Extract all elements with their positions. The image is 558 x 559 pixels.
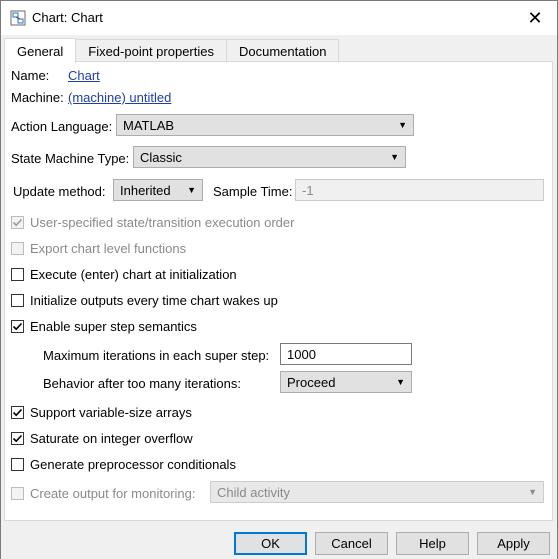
- tab-label: Fixed-point properties: [88, 43, 214, 59]
- checkbox-label: Initialize outputs every time chart wake…: [30, 293, 278, 308]
- behavior-value: Proceed: [287, 374, 336, 390]
- update-method-select[interactable]: Inherited ▼: [113, 179, 203, 201]
- ok-button[interactable]: OK: [234, 532, 307, 555]
- execution-order-checkbox[interactable]: User-specified state/transition executio…: [11, 215, 294, 230]
- checkbox-label: Saturate on integer overflow: [30, 431, 193, 446]
- checkbox-label: Support variable-size arrays: [30, 405, 192, 420]
- checkbox-box[interactable]: [11, 406, 24, 419]
- machine-label: Machine:: [11, 90, 64, 105]
- execute-at-init-checkbox[interactable]: Execute (enter) chart at initialization: [11, 267, 237, 282]
- state-machine-type-select[interactable]: Classic ▼: [133, 146, 406, 168]
- state-machine-type-label: State Machine Type:: [11, 151, 130, 166]
- checkbox-box[interactable]: [11, 242, 24, 255]
- button-label: Apply: [497, 536, 530, 551]
- checkbox-box[interactable]: [11, 216, 24, 229]
- variable-size-arrays-checkbox[interactable]: Support variable-size arrays: [11, 405, 192, 420]
- behavior-select[interactable]: Proceed ▼: [280, 371, 412, 393]
- checkbox-box[interactable]: [11, 432, 24, 445]
- cancel-button[interactable]: Cancel: [315, 532, 388, 555]
- sample-time-value: -1: [302, 182, 314, 198]
- max-iterations-input[interactable]: 1000: [280, 343, 412, 365]
- export-chart-functions-checkbox[interactable]: Export chart level functions: [11, 241, 186, 256]
- checkbox-label: User-specified state/transition executio…: [30, 215, 295, 230]
- chevron-down-icon: ▼: [398, 120, 407, 130]
- chevron-down-icon: ▼: [528, 487, 537, 497]
- check-icon: [12, 322, 23, 331]
- check-icon: [12, 434, 23, 443]
- window-title: Chart: Chart: [32, 10, 103, 25]
- super-step-checkbox[interactable]: Enable super step semantics: [11, 319, 197, 334]
- state-machine-type-value: Classic: [140, 149, 182, 165]
- saturate-overflow-checkbox[interactable]: Saturate on integer overflow: [11, 431, 193, 446]
- checkbox-box[interactable]: [11, 294, 24, 307]
- button-label: OK: [261, 536, 280, 551]
- initialize-outputs-checkbox[interactable]: Initialize outputs every time chart wake…: [11, 293, 278, 308]
- general-panel: Name: Chart Machine: (machine) untitled …: [4, 61, 553, 521]
- chevron-down-icon: ▼: [396, 377, 405, 387]
- checkbox-box[interactable]: [11, 320, 24, 333]
- checkbox-box[interactable]: [11, 268, 24, 281]
- action-language-value: MATLAB: [123, 117, 175, 133]
- monitoring-checkbox[interactable]: Create output for monitoring:: [11, 486, 195, 501]
- max-iterations-value: 1000: [287, 346, 316, 362]
- name-label: Name:: [11, 68, 50, 83]
- chevron-down-icon: ▼: [390, 152, 399, 162]
- chart-app-icon: [10, 10, 26, 26]
- dialog-window: Chart: Chart ✕ General Fixed-point prope…: [0, 0, 558, 559]
- tab-label: Documentation: [238, 43, 327, 59]
- checkbox-label: Enable super step semantics: [30, 319, 197, 334]
- preprocessor-conditionals-checkbox[interactable]: Generate preprocessor conditionals: [11, 457, 236, 472]
- behavior-label: Behavior after too many iterations:: [43, 376, 241, 391]
- close-icon: ✕: [527, 7, 543, 28]
- button-label: Cancel: [331, 536, 372, 551]
- sample-time-label: Sample Time:: [213, 184, 293, 199]
- action-language-label: Action Language:: [11, 119, 113, 134]
- help-button[interactable]: Help: [396, 532, 469, 555]
- checkbox-box[interactable]: [11, 487, 24, 500]
- chevron-down-icon: ▼: [187, 185, 196, 195]
- tab-label: General: [17, 43, 64, 59]
- checkbox-label: Execute (enter) chart at initialization: [30, 267, 237, 282]
- monitoring-value: Child activity: [217, 484, 290, 500]
- max-iterations-label: Maximum iterations in each super step:: [43, 348, 270, 363]
- apply-button[interactable]: Apply: [477, 532, 550, 555]
- name-link[interactable]: Chart: [68, 68, 100, 83]
- action-language-select[interactable]: MATLAB ▼: [116, 114, 414, 136]
- checkbox-label: Generate preprocessor conditionals: [30, 457, 236, 472]
- title-bar[interactable]: Chart: Chart ✕: [1, 1, 557, 35]
- checkbox-label: Export chart level functions: [30, 241, 187, 256]
- checkbox-box[interactable]: [11, 458, 24, 471]
- tab-strip: General Fixed-point properties Documenta…: [4, 38, 340, 63]
- update-method-value: Inherited: [120, 182, 171, 198]
- close-button[interactable]: ✕: [513, 1, 557, 35]
- button-bar: OK Cancel Help Apply: [1, 521, 557, 559]
- check-icon: [12, 408, 23, 417]
- tab-documentation[interactable]: Documentation: [225, 39, 340, 62]
- tab-fixed-point-properties[interactable]: Fixed-point properties: [75, 39, 227, 62]
- update-method-label: Update method:: [13, 184, 106, 199]
- button-label: Help: [419, 536, 446, 551]
- monitoring-select[interactable]: Child activity ▼: [210, 481, 544, 503]
- sample-time-input[interactable]: -1: [295, 179, 544, 201]
- checkbox-label: Create output for monitoring:: [30, 486, 196, 501]
- tab-general[interactable]: General: [4, 38, 77, 63]
- machine-link[interactable]: (machine) untitled: [68, 90, 171, 105]
